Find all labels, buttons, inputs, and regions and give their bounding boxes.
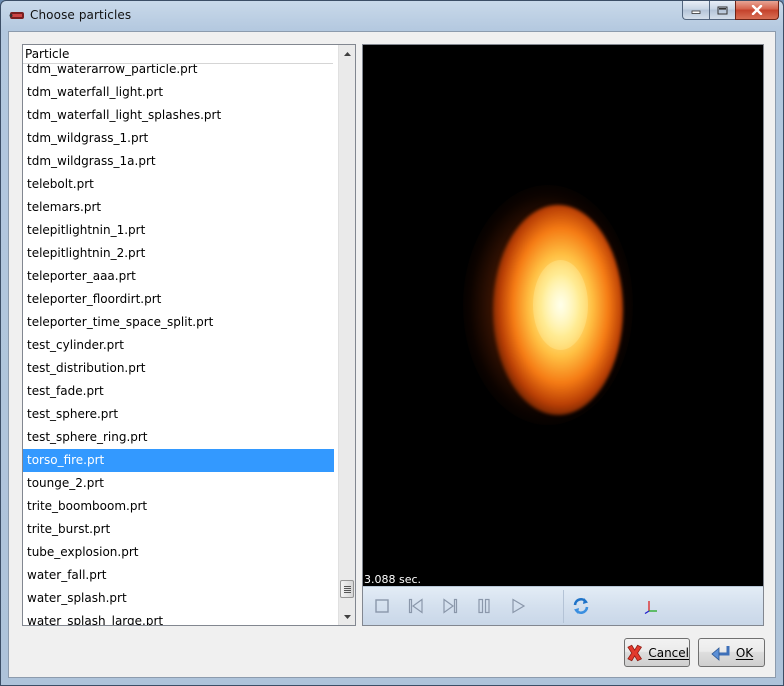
skip-forward-button[interactable]: [440, 596, 460, 616]
list-item[interactable]: water_fall.prt: [23, 564, 334, 587]
dialog-window: Choose particles tdm_waterarrow_particle…: [0, 0, 784, 686]
list-item[interactable]: test_distribution.prt: [23, 357, 334, 380]
refresh-button[interactable]: [571, 596, 591, 616]
play-icon: [512, 598, 526, 614]
axes-toggle-button[interactable]: [641, 596, 661, 616]
refresh-icon: [573, 598, 589, 614]
dialog-client-area: tdm_waterarrow_particle.prt tdm_waterfall…: [8, 31, 776, 678]
list-item[interactable]: telepitlightnin_2.prt: [23, 242, 334, 265]
scroll-up-button[interactable]: [339, 45, 355, 62]
list-item[interactable]: telebolt.prt: [23, 173, 334, 196]
scroll-thumb[interactable]: [340, 580, 354, 598]
list-item[interactable]: telemars.prt: [23, 196, 334, 219]
skip-forward-icon: [443, 598, 458, 614]
particle-preview: 3.088 sec.: [362, 44, 764, 626]
title-bar[interactable]: Choose particles: [1, 1, 783, 31]
particle-fire-core: [533, 260, 588, 350]
particle-list[interactable]: tdm_waterarrow_particle.prt tdm_waterfall…: [22, 44, 356, 626]
skip-back-icon: [408, 598, 423, 614]
list-item[interactable]: teleporter_floordirt.prt: [23, 288, 334, 311]
pause-icon: [478, 598, 490, 614]
grip-icon: [343, 585, 351, 593]
list-item[interactable]: test_sphere_ring.prt: [23, 426, 334, 449]
particle-list-items: tdm_waterarrow_particle.prt tdm_waterfall…: [23, 58, 334, 625]
close-icon: [751, 5, 763, 15]
minimize-button[interactable]: [682, 1, 709, 20]
particle-app-icon: [9, 12, 24, 19]
arrow-down-icon: [343, 614, 351, 619]
cancel-x-icon: [627, 644, 643, 661]
list-item[interactable]: teleporter_time_space_split.prt: [23, 311, 334, 334]
skip-back-button[interactable]: [406, 596, 426, 616]
preview-viewport[interactable]: 3.088 sec.: [363, 45, 763, 586]
column-header-particle[interactable]: Particle: [23, 45, 333, 64]
ok-enter-icon: [711, 645, 730, 661]
toolbar-separator: [563, 590, 564, 623]
list-item[interactable]: water_splash_large.prt: [23, 610, 334, 625]
maximize-button[interactable]: [709, 1, 735, 20]
pause-button[interactable]: [474, 596, 494, 616]
window-controls: [682, 1, 779, 21]
list-item[interactable]: tounge_2.prt: [23, 472, 334, 495]
playback-toolbar: [363, 586, 763, 625]
list-item[interactable]: tdm_wildgrass_1.prt: [23, 127, 334, 150]
list-item[interactable]: trite_burst.prt: [23, 518, 334, 541]
stop-icon: [375, 599, 389, 613]
list-item[interactable]: torso_fire.prt: [23, 449, 334, 472]
stop-button[interactable]: [372, 596, 392, 616]
list-item[interactable]: test_sphere.prt: [23, 403, 334, 426]
list-item[interactable]: teleporter_aaa.prt: [23, 265, 334, 288]
list-item[interactable]: telepitlightnin_1.prt: [23, 219, 334, 242]
minimize-icon: [691, 10, 701, 14]
list-item[interactable]: tdm_waterfall_light.prt: [23, 81, 334, 104]
list-item[interactable]: test_cylinder.prt: [23, 334, 334, 357]
axes-icon: [644, 601, 657, 614]
window-title: Choose particles: [30, 8, 132, 22]
time-readout: 3.088 sec.: [364, 573, 422, 586]
list-item[interactable]: tube_explosion.prt: [23, 541, 334, 564]
list-item[interactable]: tdm_waterfall_light_splashes.prt: [23, 104, 334, 127]
ok-button[interactable]: OK: [698, 638, 765, 667]
cancel-button[interactable]: Cancel: [624, 638, 690, 667]
close-button[interactable]: [735, 1, 779, 20]
list-item[interactable]: tdm_wildgrass_1a.prt: [23, 150, 334, 173]
ok-button-label: OK: [735, 645, 754, 660]
list-item[interactable]: trite_boomboom.prt: [23, 495, 334, 518]
list-scrollbar[interactable]: [338, 45, 355, 625]
arrow-up-icon: [343, 51, 351, 56]
list-item[interactable]: water_splash.prt: [23, 587, 334, 610]
maximize-icon: [717, 6, 728, 14]
list-item[interactable]: test_fade.prt: [23, 380, 334, 403]
cancel-button-label: Cancel: [648, 645, 689, 660]
play-button[interactable]: [508, 596, 528, 616]
scroll-down-button[interactable]: [339, 608, 355, 625]
